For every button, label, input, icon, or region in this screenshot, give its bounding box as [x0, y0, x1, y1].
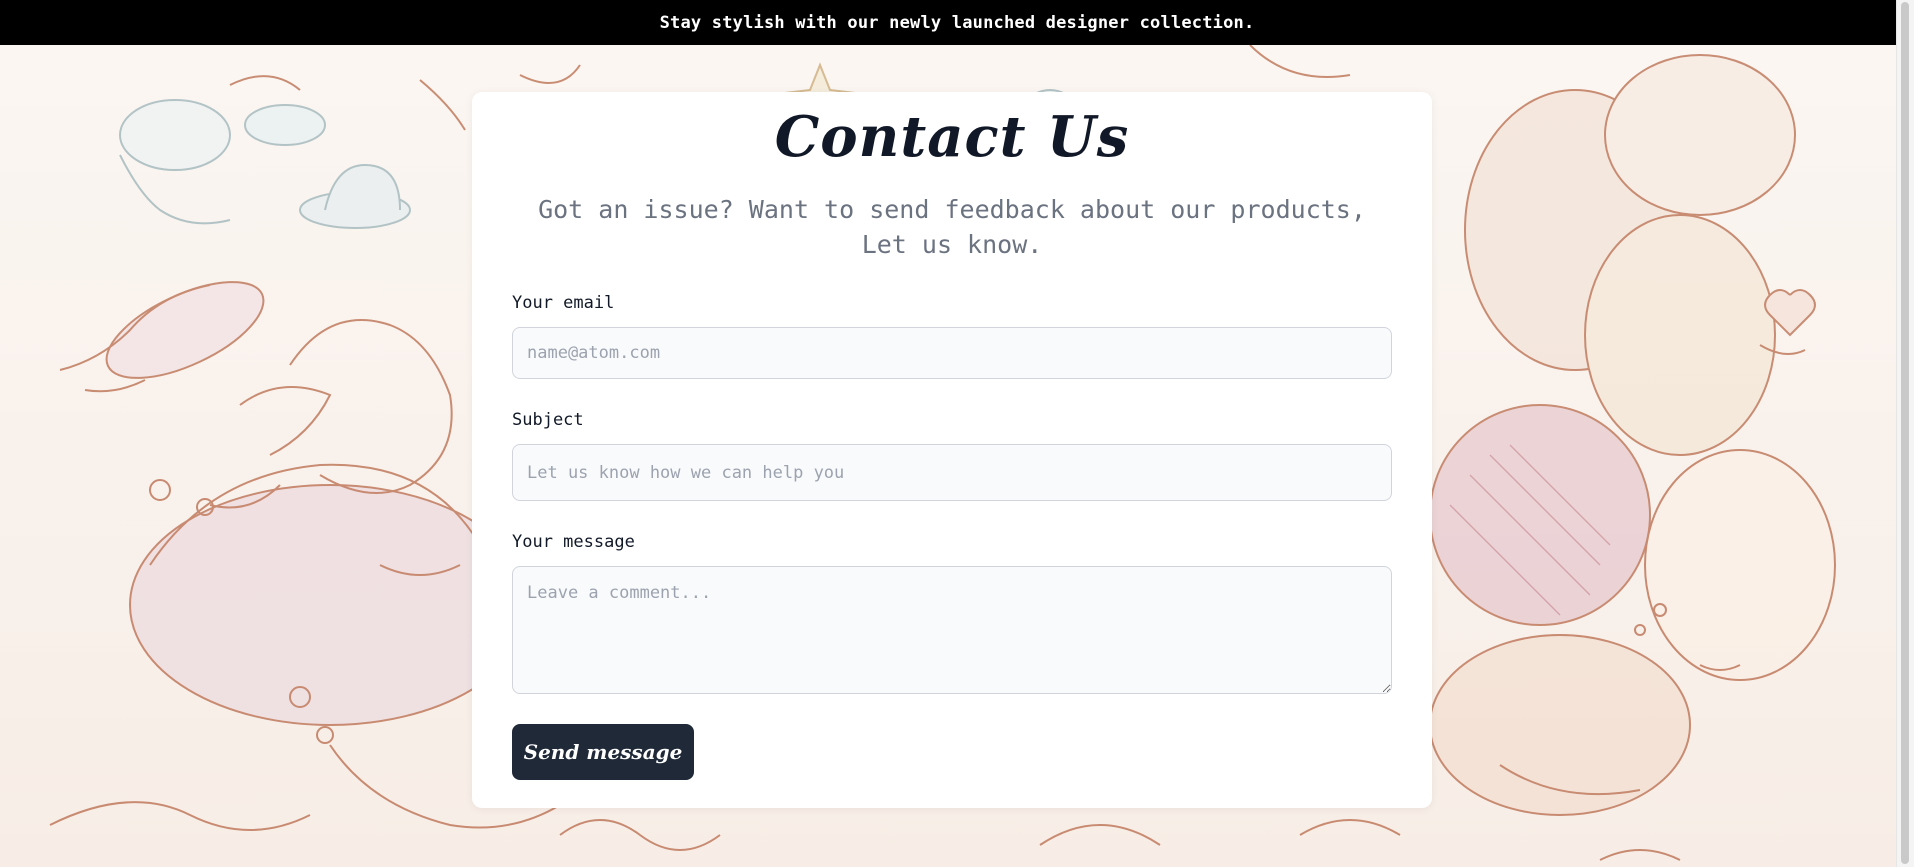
scrollbar-thumb[interactable] — [1901, 2, 1909, 864]
contact-card: Contact Us Got an issue? Want to send fe… — [472, 92, 1432, 808]
message-label: Your message — [512, 532, 635, 552]
page-title: Contact Us — [774, 104, 1130, 170]
announcement-bar: Stay stylish with our newly launched des… — [0, 0, 1914, 45]
email-input[interactable] — [512, 327, 1392, 379]
announcement-text: Stay stylish with our newly launched des… — [659, 12, 1255, 33]
email-label: Your email — [512, 293, 615, 313]
send-message-button[interactable]: Send message — [512, 724, 694, 780]
message-textarea[interactable] — [512, 566, 1392, 694]
page-scrollbar[interactable] — [1896, 0, 1914, 867]
subject-input[interactable] — [512, 444, 1392, 501]
page-subtitle: Got an issue? Want to send feedback abou… — [538, 195, 1366, 259]
subject-label: Subject — [512, 410, 584, 430]
